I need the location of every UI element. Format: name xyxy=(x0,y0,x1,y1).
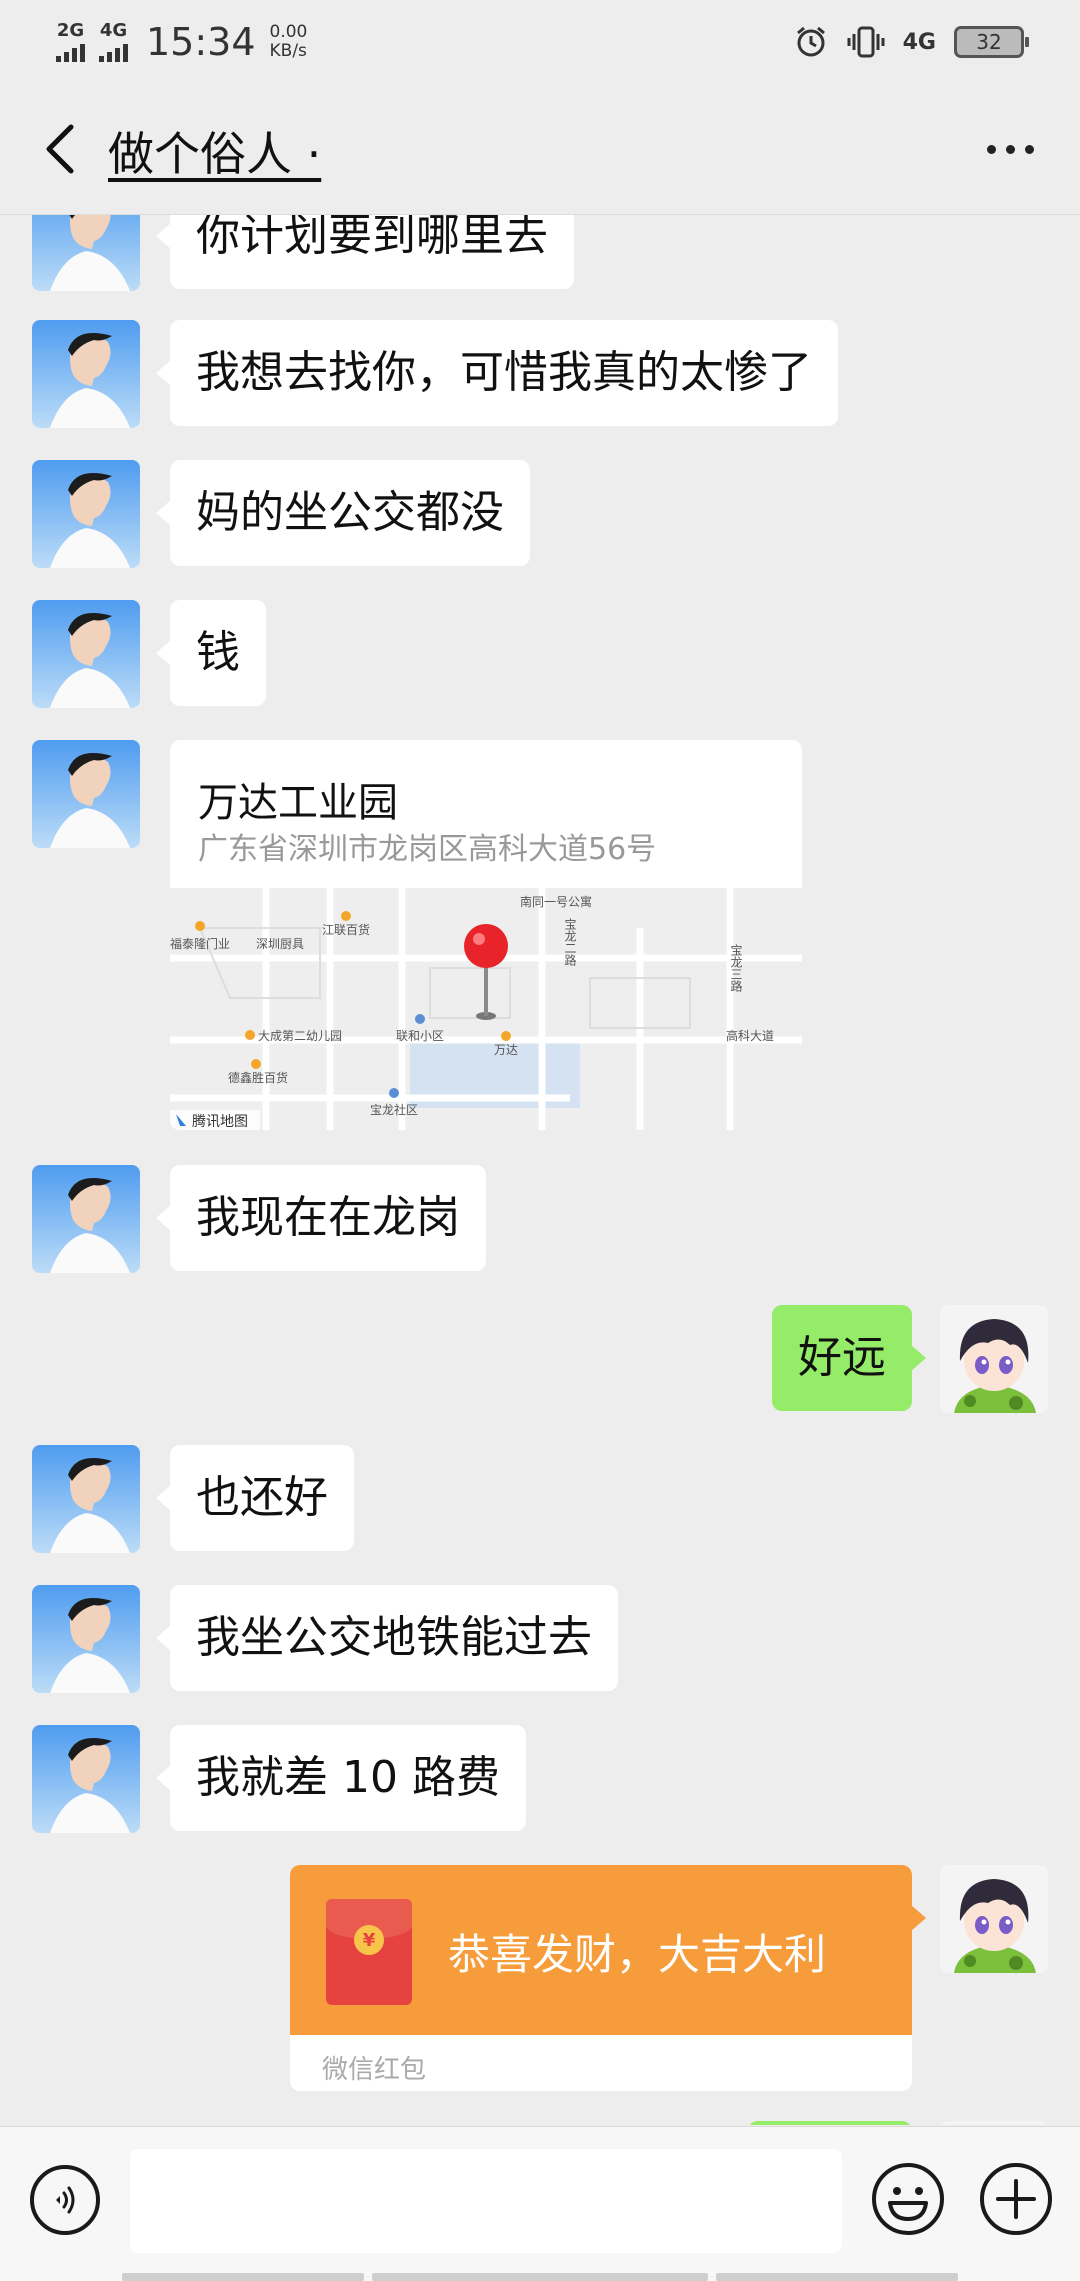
message-bubble[interactable]: 也还好 xyxy=(156,1445,354,1551)
message-row: 我现在在龙岗 xyxy=(0,1165,1080,1273)
contact-avatar[interactable] xyxy=(32,740,140,848)
contact-avatar[interactable] xyxy=(32,1445,140,1553)
message-row: 万达工业园 广东省深圳市龙岗区高科大道56号 南同一号公寓 福泰隆门业 深圳厨具… xyxy=(0,740,1080,1130)
message-input[interactable] xyxy=(130,2149,842,2253)
contact-avatar[interactable] xyxy=(32,215,140,291)
speed-unit: KB/s xyxy=(269,41,307,61)
message-bubble[interactable]: 我现在在龙岗 xyxy=(156,1165,486,1271)
map-label: 联和小区 xyxy=(396,1029,444,1043)
more-button[interactable] xyxy=(970,114,1050,184)
map-label: 宝龙二路 xyxy=(563,918,577,967)
battery-icon: 32 xyxy=(954,26,1029,58)
location-address: 广东省深圳市龙岗区高科大道56号 xyxy=(198,832,657,867)
message-list[interactable]: 你计划要到哪里去 我想去找你，可惜我真的太惨了 妈的坐公交都没 钱 万达工业园 … xyxy=(0,215,1080,2125)
vibrate-icon xyxy=(847,26,885,58)
status-left: 2G 4G 15:34 0.00 KB/s xyxy=(56,18,307,66)
message-row: ¥ 恭喜发财，大吉大利 微信红包 xyxy=(0,1865,1080,2091)
message-bubble[interactable]: 我坐公交地铁能过去 xyxy=(156,1585,618,1691)
contact-avatar[interactable] xyxy=(32,1165,140,1273)
speed-value: 0.00 xyxy=(269,22,308,42)
input-bar xyxy=(0,2126,1080,2281)
message-row: 钱 xyxy=(0,600,1080,708)
contact-avatar[interactable] xyxy=(32,460,140,568)
message-bubble[interactable]: 我就差 10 路费 xyxy=(156,1725,526,1831)
map-label: 宝龙三路 xyxy=(729,944,743,993)
red-packet-label: 微信红包 xyxy=(322,2055,427,2085)
contact-avatar[interactable] xyxy=(32,320,140,428)
my-avatar-partial xyxy=(940,2121,1048,2125)
bubble-tail xyxy=(911,1905,926,1931)
map-label: 南同一号公寓 xyxy=(520,894,592,909)
map-label: 深圳厨具 xyxy=(256,937,304,951)
my-avatar[interactable] xyxy=(940,1865,1048,1973)
message-row: 你计划要到哪里去 xyxy=(0,215,1080,291)
emoji-icon xyxy=(872,2163,944,2235)
voice-icon xyxy=(56,2186,75,2214)
alarm-icon xyxy=(796,26,825,57)
signal-4g-label: 4G xyxy=(99,20,128,41)
message-bubble[interactable]: 你计划要到哪里去 xyxy=(156,215,574,289)
my-message-bubble-partial xyxy=(748,2121,912,2125)
plus-icon xyxy=(980,2163,1052,2235)
more-dots-icon xyxy=(986,144,996,154)
chevron-left-icon xyxy=(46,124,74,174)
message-bubble[interactable]: 钱 xyxy=(156,600,266,706)
status-right: 4G 32 xyxy=(793,18,1029,66)
map-label: 大成第二幼儿园 xyxy=(258,1029,342,1043)
my-message-bubble[interactable]: 好远 xyxy=(772,1305,926,1411)
message-row: 我就差 10 路费 xyxy=(0,1725,1080,1833)
map-label: 德鑫胜百货 xyxy=(228,1070,288,1085)
red-packet-body: ¥ 恭喜发财，大吉大利 xyxy=(290,1865,912,2035)
red-envelope-icon: ¥ xyxy=(326,1899,412,2005)
red-packet-greeting: 恭喜发财，大吉大利 xyxy=(448,1930,827,1979)
location-card[interactable]: 万达工业园 广东省深圳市龙岗区高科大道56号 南同一号公寓 福泰隆门业 深圳厨具… xyxy=(170,740,802,1130)
battery-level: 32 xyxy=(976,30,1002,54)
signal-4g-icon: 4G xyxy=(99,22,128,62)
map-label: 宝龙社区 xyxy=(370,1102,418,1117)
map-label: 福泰隆门业 xyxy=(170,936,230,951)
signal-2g-icon: 2G xyxy=(56,22,85,62)
status-bar: 2G 4G 15:34 0.00 KB/s 4G 32 xyxy=(0,0,1080,84)
map-label: 江联百货 xyxy=(322,922,370,937)
map-label: 万达 xyxy=(494,1043,518,1057)
message-row: 也还好 xyxy=(0,1445,1080,1553)
message-bubble[interactable]: 妈的坐公交都没 xyxy=(156,460,530,566)
map-provider-logo: 腾讯地图 xyxy=(192,1113,248,1130)
more-functions-button[interactable] xyxy=(978,2161,1054,2237)
message-row: 我想去找你，可惜我真的太惨了 xyxy=(0,320,1080,428)
message-row-partial xyxy=(0,2121,1080,2125)
location-map: 南同一号公寓 福泰隆门业 深圳厨具 江联百货 宝龙二路 宝龙三路 大成第二幼儿园… xyxy=(170,888,802,1130)
red-packet-card[interactable]: ¥ 恭喜发财，大吉大利 微信红包 xyxy=(290,1865,926,2091)
voice-button[interactable] xyxy=(30,2165,100,2235)
contact-avatar[interactable] xyxy=(32,1725,140,1833)
message-row: 好远 xyxy=(0,1305,1080,1413)
emoji-button[interactable] xyxy=(870,2161,946,2237)
message-row: 我坐公交地铁能过去 xyxy=(0,1585,1080,1693)
signal-2g-label: 2G xyxy=(56,20,85,41)
chat-header: 做个俗人 · xyxy=(0,84,1080,215)
chat-title[interactable]: 做个俗人 · xyxy=(108,118,321,184)
back-button[interactable] xyxy=(26,114,96,184)
contact-avatar[interactable] xyxy=(32,600,140,708)
message-bubble[interactable]: 我想去找你，可惜我真的太惨了 xyxy=(156,320,838,426)
clock: 15:34 xyxy=(146,20,256,64)
network-speed: 0.00 KB/s xyxy=(270,23,308,61)
network-type: 4G xyxy=(902,29,936,55)
my-avatar[interactable] xyxy=(940,1305,1048,1413)
message-row: 妈的坐公交都没 xyxy=(0,460,1080,568)
location-name: 万达工业园 xyxy=(198,780,398,826)
map-label: 高科大道 xyxy=(726,1028,774,1043)
contact-avatar[interactable] xyxy=(32,1585,140,1693)
